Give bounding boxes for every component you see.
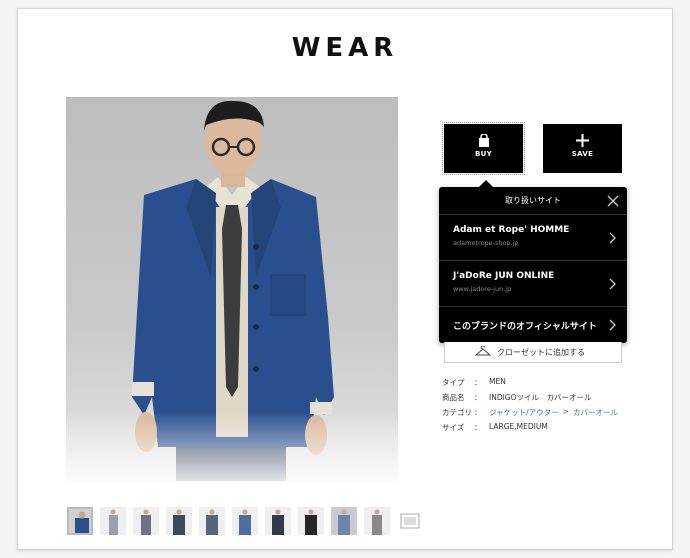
info-key: サイズ [442, 423, 465, 432]
info-colon: ： [474, 408, 482, 417]
thumbnail-4[interactable] [166, 507, 192, 535]
plus-icon [576, 134, 589, 147]
info-key: タイプ [442, 378, 465, 387]
chevron-right-icon [609, 232, 616, 243]
thumbnail-10[interactable] [364, 507, 390, 535]
add-to-closet-label: クローゼットに追加する [497, 348, 585, 357]
thumbnail-2[interactable] [100, 507, 126, 535]
info-key: 商品名 [442, 393, 465, 402]
retailer-name: このブランドのオフィシャルサイト [453, 322, 597, 332]
add-to-closet-button[interactable]: クローゼットに追加する [444, 342, 622, 363]
product-photo [66, 97, 398, 481]
shopping-bag-icon [478, 134, 489, 147]
category-separator: > [562, 407, 569, 416]
thumbnail-image [364, 507, 390, 535]
category-parent-link[interactable]: ジャケット/アウター [489, 407, 559, 422]
category-child-link[interactable]: カバーオール [573, 407, 618, 422]
photo-fade [66, 411, 398, 481]
retailer-url: www.jadore-jun.jp [453, 285, 512, 293]
info-colon: ： [474, 423, 482, 432]
info-colon: ： [474, 393, 482, 402]
retailer-item-jadore-jun[interactable]: J'aDoRe JUN ONLINE www.jadore-jun.jp [439, 261, 627, 307]
thumbnail-image [265, 507, 291, 535]
chevron-right-icon [609, 278, 616, 289]
info-key: カテゴリ [442, 408, 472, 417]
thumbnail-1[interactable] [67, 507, 93, 535]
retailer-popup: 取り扱いサイト Adam et Rope' HOMME adametrope-s… [439, 180, 627, 343]
thumbnail-more[interactable] [397, 507, 423, 535]
thumbnail-5[interactable] [199, 507, 225, 535]
thumbnail-image [133, 507, 159, 535]
save-button[interactable]: SAVE [543, 124, 622, 173]
info-value: MEN [489, 377, 506, 386]
popup-pointer [479, 180, 493, 187]
thumbnail-image [199, 507, 225, 535]
popup-header: 取り扱いサイト [439, 187, 627, 215]
close-icon[interactable] [607, 195, 619, 207]
product-page: WEAR BUY SAVE 取り扱いサイト Adam et Rope' HOMM… [17, 8, 673, 550]
chevron-right-icon [609, 319, 616, 331]
retailer-url: adametrope-shop.jp [453, 239, 519, 247]
wear-logo[interactable]: WEAR [18, 33, 672, 63]
save-label: SAVE [571, 150, 594, 158]
retailer-name: Adam et Rope' HOMME [453, 225, 570, 235]
buy-label: BUY [475, 150, 492, 158]
thumbnail-image [232, 507, 258, 535]
retailer-item-adam-et-rope[interactable]: Adam et Rope' HOMME adametrope-shop.jp [439, 215, 627, 261]
info-row-category: カテゴリ ： ジャケット/アウター > カバーオール [442, 407, 618, 422]
info-colon: ： [474, 378, 482, 387]
thumbnail-image [298, 507, 324, 535]
thumbnail-image [166, 507, 192, 535]
thumbnail-9[interactable] [331, 507, 357, 535]
expand-icon [400, 513, 420, 529]
thumbnail-image [100, 507, 126, 535]
thumbnail-6[interactable] [232, 507, 258, 535]
product-info: タイプ ： MEN 商品名 ： INDIGOツイル カバーオール カテゴリ ： … [442, 377, 618, 437]
retailer-item-official-site[interactable]: このブランドのオフィシャルサイト [439, 307, 627, 343]
thumbnail-image [69, 509, 91, 533]
hanger-icon [475, 346, 491, 356]
info-value: INDIGOツイル カバーオール [489, 393, 592, 402]
popup-title: 取り扱いサイト [505, 196, 561, 205]
info-row-product: 商品名 ： INDIGOツイル カバーオール [442, 392, 618, 407]
thumbnail-8[interactable] [298, 507, 324, 535]
info-row-type: タイプ ： MEN [442, 377, 618, 392]
retailer-name: J'aDoRe JUN ONLINE [453, 271, 555, 281]
thumbnail-7[interactable] [265, 507, 291, 535]
info-value: LARGE,MEDIUM [489, 422, 548, 431]
thumbnail-image [331, 507, 357, 535]
buy-button[interactable]: BUY [444, 124, 523, 173]
info-row-size: サイズ ： LARGE,MEDIUM [442, 422, 618, 437]
thumbnail-3[interactable] [133, 507, 159, 535]
